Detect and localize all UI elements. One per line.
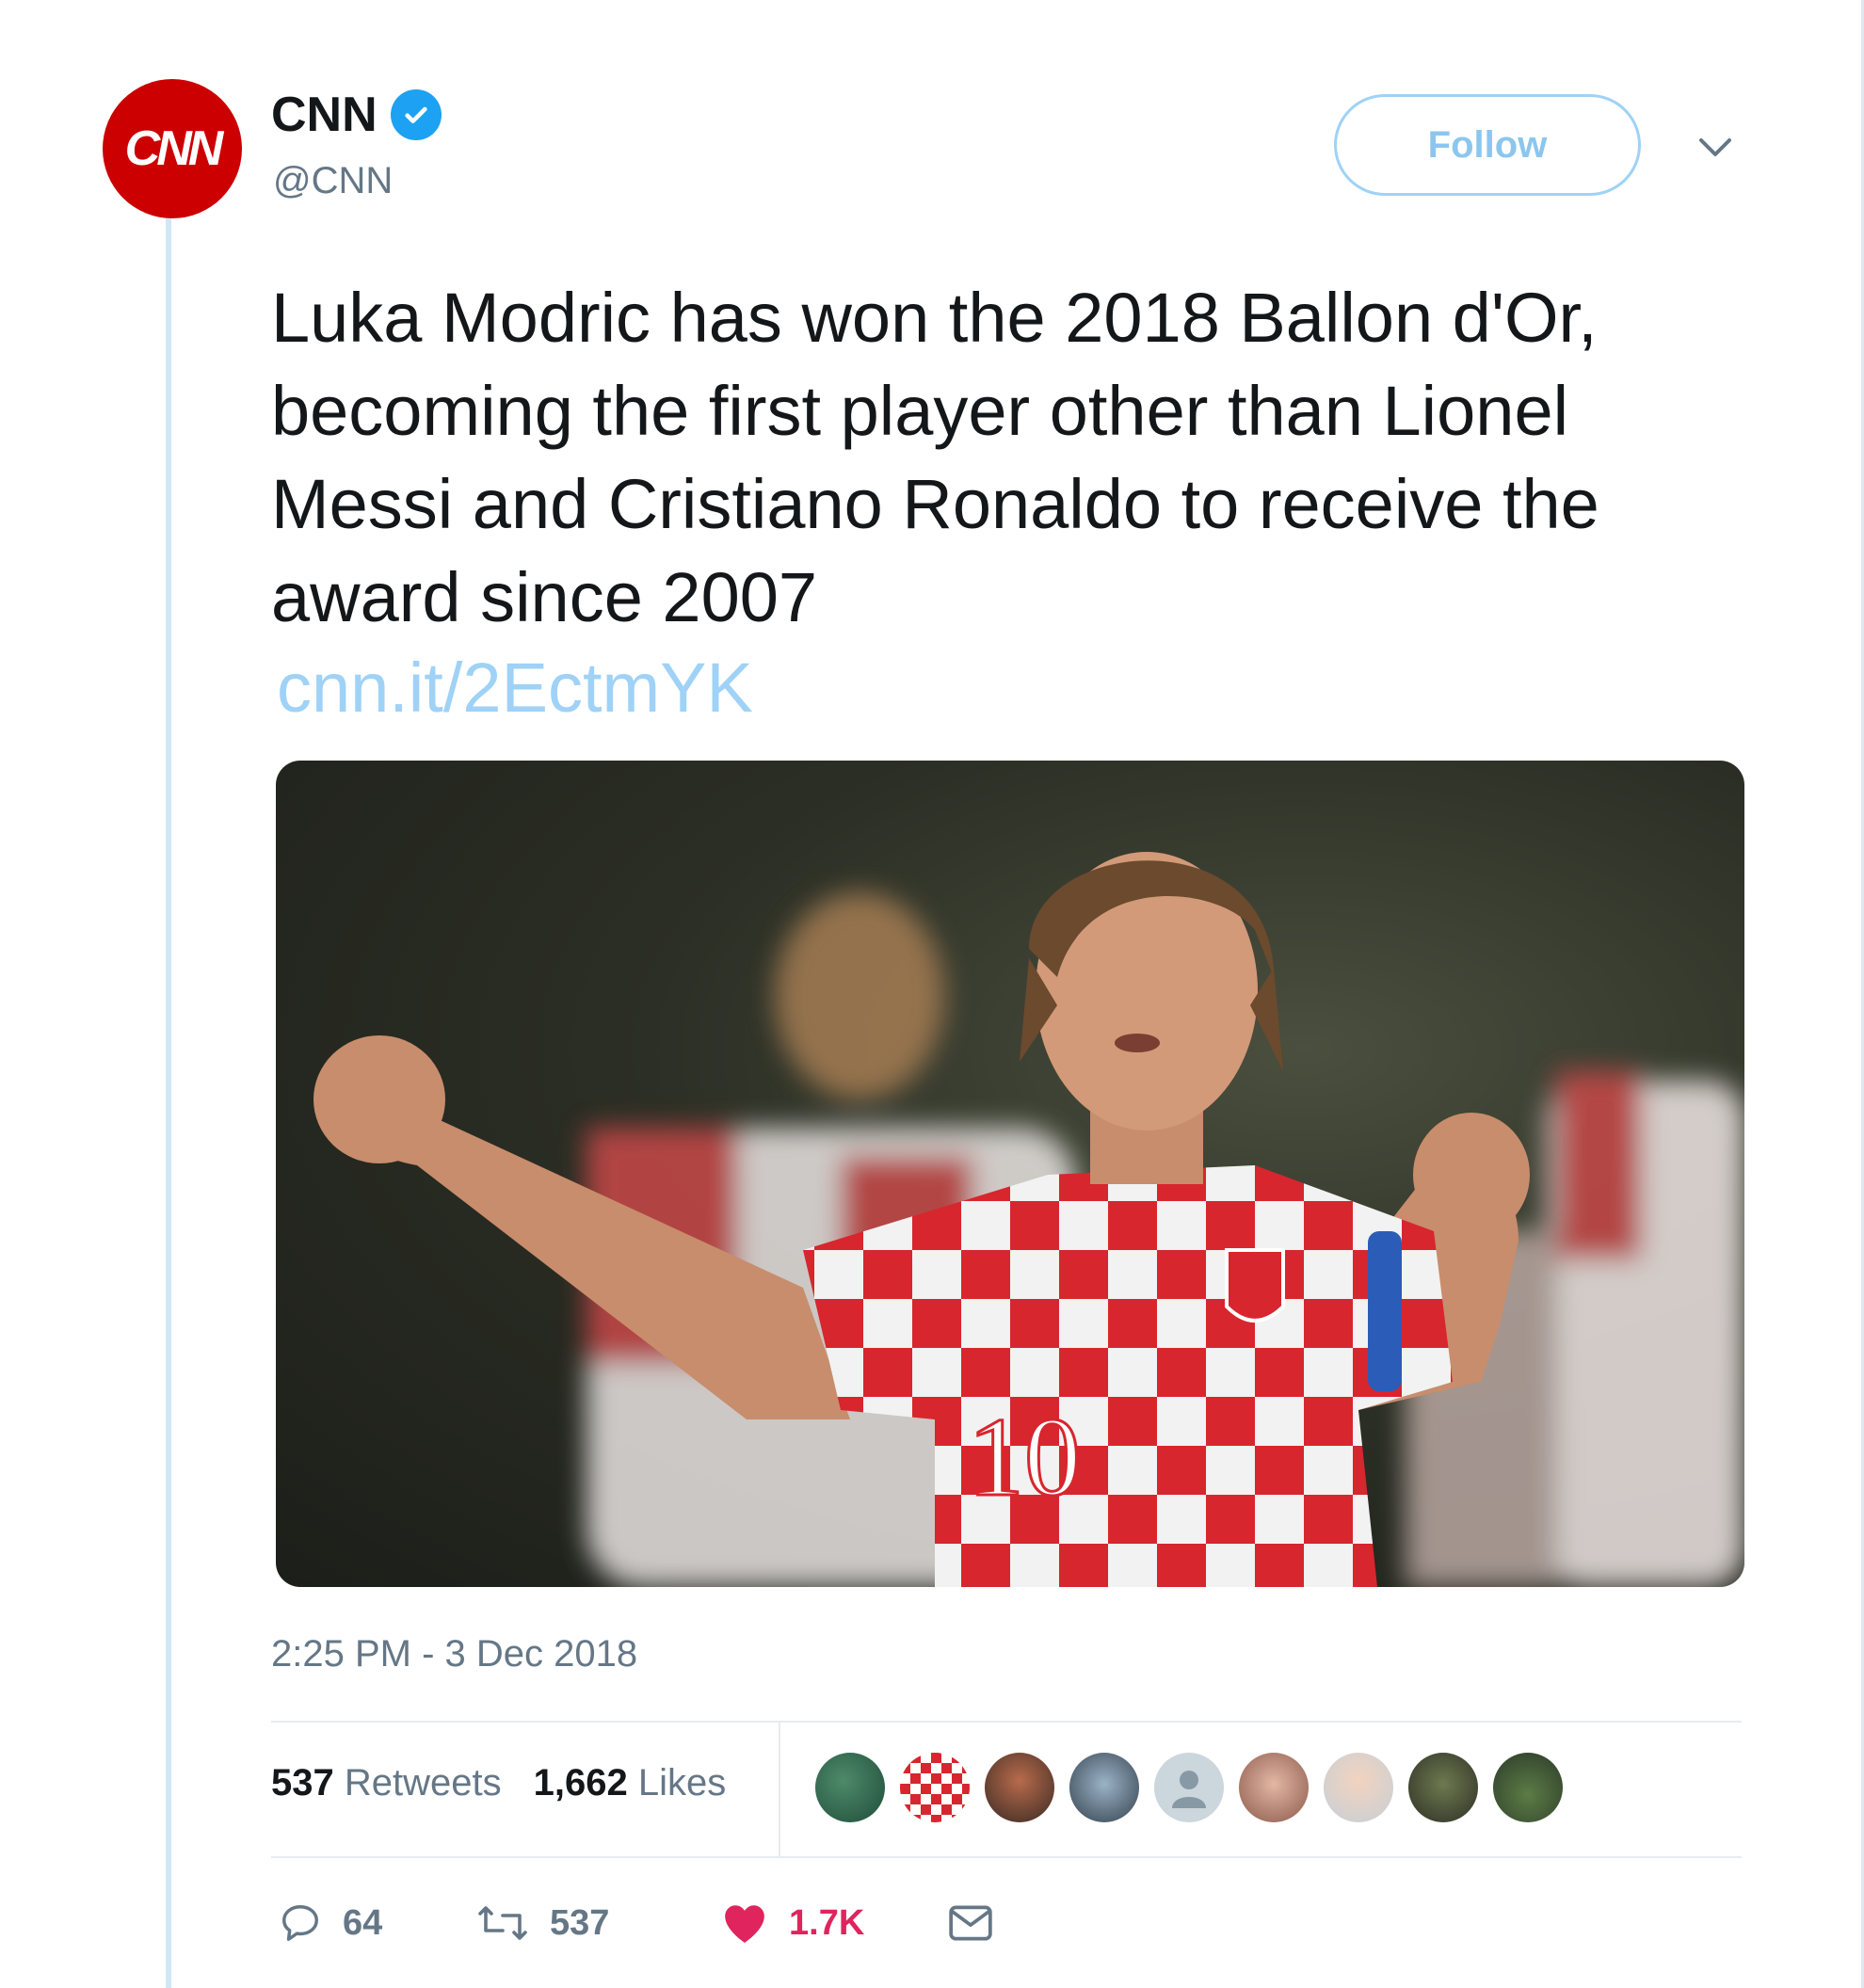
tweet-link[interactable]: cnn.it/2EctmYK xyxy=(277,648,753,728)
liker-avatar[interactable] xyxy=(985,1753,1054,1822)
like-count: 1.7K xyxy=(789,1902,865,1943)
avatar[interactable]: CNN xyxy=(103,79,242,218)
liker-avatar[interactable] xyxy=(815,1753,885,1822)
divider-top xyxy=(271,1721,1742,1723)
verified-badge-icon xyxy=(390,89,442,140)
heart-icon xyxy=(725,1905,764,1943)
reply-icon xyxy=(282,1905,318,1941)
display-name[interactable]: CNN xyxy=(271,87,378,143)
liker-avatar[interactable] xyxy=(1324,1753,1393,1822)
liker-avatar[interactable] xyxy=(1408,1753,1478,1822)
reply-count: 64 xyxy=(343,1902,383,1943)
retweets-count: 537 xyxy=(271,1762,334,1804)
liker-avatar[interactable] xyxy=(900,1753,970,1822)
retweets-stat[interactable]: 537 Retweets xyxy=(271,1762,502,1804)
default-user-icon[interactable] xyxy=(1154,1753,1224,1822)
liker-avatars xyxy=(815,1753,1563,1822)
tweet-timestamp[interactable]: 2:25 PM - 3 Dec 2018 xyxy=(271,1633,637,1675)
liker-avatar[interactable] xyxy=(1239,1753,1309,1822)
direct-message-button[interactable] xyxy=(947,1902,1015,1944)
liker-avatar[interactable] xyxy=(1069,1753,1139,1822)
retweet-button[interactable]: 537 xyxy=(476,1903,721,1944)
engagement-stats: 537 Retweets 1,662 Likes xyxy=(271,1762,726,1804)
retweets-label: Retweets xyxy=(344,1762,502,1804)
action-bar: 64 537 1.7K xyxy=(279,1901,1015,1945)
follow-button[interactable]: Follow xyxy=(1334,94,1641,196)
tweet-photo[interactable]: 10 xyxy=(276,761,1744,1587)
likes-stat[interactable]: 1,662 Likes xyxy=(534,1762,727,1804)
liker-avatar[interactable] xyxy=(1493,1753,1563,1822)
likes-count: 1,662 xyxy=(533,1762,628,1804)
retweet-count: 537 xyxy=(550,1902,610,1943)
avatar-logo: CNN xyxy=(124,121,224,176)
like-button[interactable]: 1.7K xyxy=(721,1901,947,1945)
thread-line xyxy=(166,213,171,1988)
chevron-down-icon[interactable] xyxy=(1698,136,1732,164)
retweet-icon xyxy=(478,1906,527,1940)
handle[interactable]: @CNN xyxy=(273,160,393,202)
envelope-icon xyxy=(949,1905,992,1941)
likes-label: Likes xyxy=(637,1762,727,1804)
account-name-row: CNN xyxy=(271,87,442,143)
stats-divider xyxy=(779,1721,780,1856)
tweet-text: Luka Modric has won the 2018 Ballon d'Or… xyxy=(271,279,1599,636)
photo-illustration: 10 xyxy=(313,852,1744,1587)
divider-bottom xyxy=(271,1856,1742,1858)
reply-button[interactable]: 64 xyxy=(279,1901,476,1945)
jersey-number: 10 xyxy=(968,1394,1081,1519)
